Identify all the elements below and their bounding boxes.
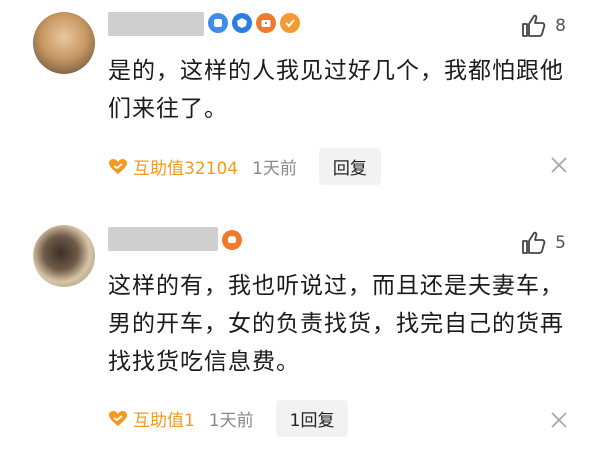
comment-item: 8 是的，这样的人我见过好几个，我都怕跟他们来往了。 互助值32104 1天前 … (0, 0, 600, 215)
mutual-aid-value[interactable]: 互助值32104 (133, 154, 238, 179)
reply-button[interactable]: 回复 (318, 148, 381, 185)
comment-time: 1天前 (208, 411, 254, 431)
thumbs-up-icon (522, 14, 546, 37)
comment-text: 是的，这样的人我见过好几个，我都怕跟他们来往了。 (108, 58, 564, 122)
username-redacted[interactable] (108, 227, 218, 251)
reply-button[interactable]: 1回复 (275, 400, 349, 437)
check-badge-icon (280, 13, 300, 33)
comment-meta: 互助值1 1天前 1回复 (108, 400, 349, 437)
heart-handshake-icon (109, 158, 127, 174)
shield-badge-icon (232, 13, 252, 33)
user-badges (208, 13, 300, 33)
close-icon[interactable] (550, 156, 568, 174)
like-count: 5 (555, 233, 566, 253)
thumbs-up-icon (522, 231, 546, 254)
close-icon[interactable] (550, 411, 568, 429)
mutual-aid-value[interactable]: 互助值1 (133, 406, 195, 431)
comment-item: 5 这样的有，我也听说过，而且还是夫妻车，男的开车，女的负责找货，找完自己的货再… (0, 215, 600, 450)
avatar[interactable] (33, 12, 95, 74)
chest-badge-icon (256, 13, 276, 33)
comment-time: 1天前 (252, 159, 297, 179)
fist-badge-icon (222, 230, 242, 250)
level-badge-icon (208, 13, 228, 33)
user-badges (222, 230, 242, 250)
comment-text: 这样的有，我也听说过，而且还是夫妻车，男的开车，女的负责找货，找完自己的货再找找… (108, 273, 564, 375)
like-button[interactable]: 8 (519, 12, 566, 40)
like-count: 8 (555, 16, 566, 36)
avatar[interactable] (33, 225, 95, 287)
like-button[interactable]: 5 (519, 229, 566, 257)
comment-meta: 互助值32104 1天前 回复 (108, 148, 381, 185)
heart-handshake-icon (109, 410, 127, 426)
username-redacted[interactable] (108, 12, 204, 36)
